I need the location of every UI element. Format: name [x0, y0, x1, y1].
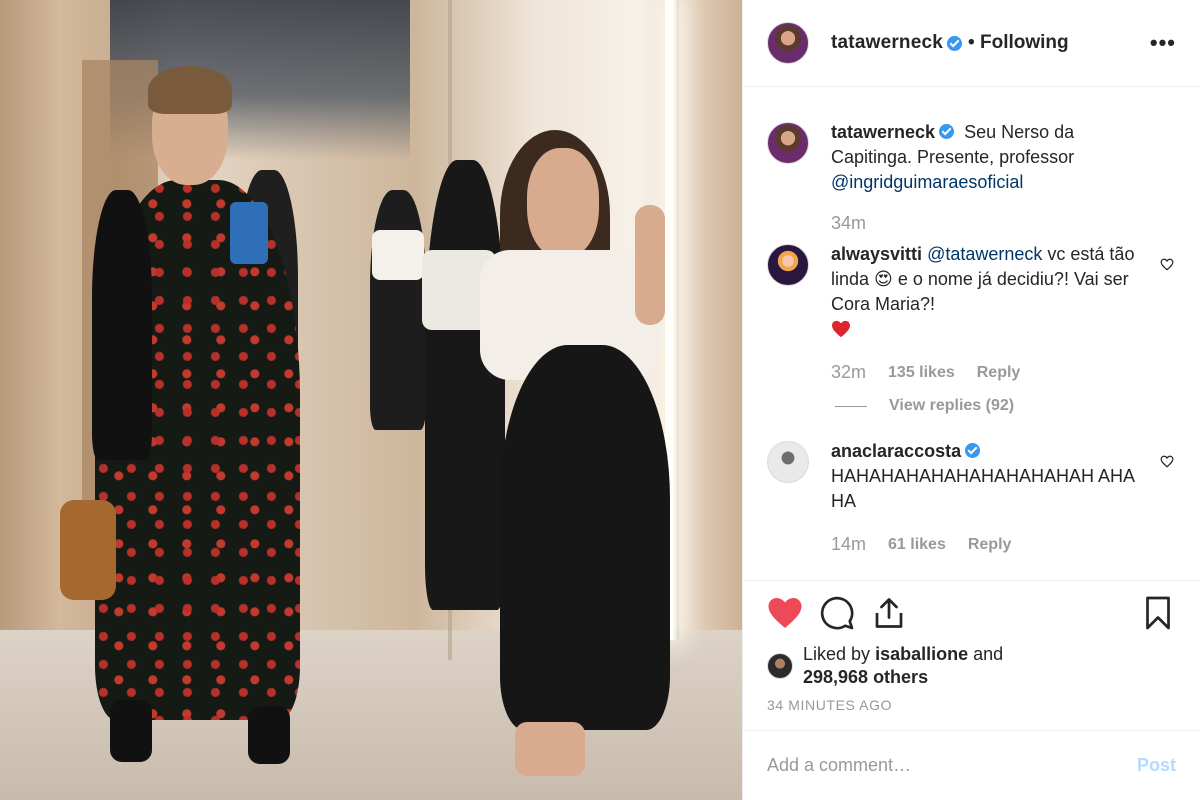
photo-person-right-pants [500, 345, 670, 730]
likes-and: and [973, 644, 1004, 664]
comment-composer: Post [743, 730, 1200, 800]
liker-avatar[interactable] [767, 653, 793, 679]
photo-person-right-head-face [527, 148, 599, 258]
following-status[interactable]: • Following [968, 32, 1069, 54]
comment-input[interactable] [767, 755, 1137, 776]
reply-button[interactable]: Reply [977, 360, 1021, 385]
post-timestamp[interactable]: 34 MINUTES AGO [767, 697, 1176, 713]
comment-item: anaclaraccosta HAHAHAHAHAHAHAHAHAHAH AHA… [767, 441, 1176, 557]
author-username[interactable]: tatawerneck [831, 32, 943, 54]
post-actions: Liked by isaballione and 298,968 others … [743, 580, 1200, 730]
action-icons [767, 593, 1176, 633]
comment-likes[interactable]: 135 likes [888, 360, 955, 385]
comment-author-username[interactable]: anaclaraccosta [831, 441, 961, 461]
heart-emoji-icon [832, 320, 850, 338]
caption-author-avatar[interactable] [767, 122, 809, 164]
post-photo[interactable] [0, 0, 742, 800]
post-comment-button[interactable]: Post [1137, 755, 1176, 776]
comment-mention-link[interactable]: @tatawerneck [927, 244, 1042, 264]
verified-icon [947, 35, 963, 51]
share-icon[interactable] [871, 595, 907, 631]
photo-handbag [60, 500, 116, 600]
post-header: tatawerneck • Following ••• [743, 0, 1200, 87]
caption-author-username[interactable]: tatawerneck [831, 122, 935, 142]
bookmark-icon[interactable] [1140, 595, 1176, 631]
comment-item: alwaysvitti @tatawerneck vc está tão lin… [767, 244, 1176, 385]
caption-time[interactable]: 34m [831, 211, 866, 236]
comments-list[interactable]: tatawerneck Seu Nerso da Capitinga. Pres… [743, 88, 1200, 580]
comment-author-avatar[interactable] [767, 441, 809, 483]
author-avatar[interactable] [767, 22, 809, 64]
more-icon[interactable]: ••• [1150, 30, 1176, 56]
likes-count[interactable]: 298,968 others [803, 667, 928, 687]
comment-icon[interactable] [819, 595, 855, 631]
view-replies-line [835, 405, 867, 407]
comment-author-avatar[interactable] [767, 244, 809, 286]
photo-person-right-feet [515, 722, 585, 776]
reply-button[interactable]: Reply [968, 532, 1012, 557]
view-replies[interactable]: View replies (92) [835, 397, 1176, 415]
heart-filled-icon[interactable] [767, 595, 803, 631]
verified-icon [939, 124, 955, 139]
comment-time[interactable]: 14m [831, 532, 866, 557]
heart-eyes-emoji: 😍 [874, 269, 893, 289]
photo-phone [230, 202, 268, 264]
verified-icon [965, 443, 981, 458]
likes-prefix: Liked by [803, 644, 871, 664]
comment-author-username[interactable]: alwaysvitti [831, 244, 922, 264]
comment-likes[interactable]: 61 likes [888, 532, 946, 557]
photo-reflection [425, 160, 505, 610]
photo-reflection [370, 190, 426, 430]
caption-mention-link[interactable]: @ingridguimaraesoficial [831, 172, 1023, 192]
liker-username[interactable]: isaballione [875, 644, 968, 664]
heart-outline-icon[interactable] [1160, 455, 1174, 468]
heart-outline-icon[interactable] [1160, 258, 1174, 271]
comment-time[interactable]: 32m [831, 360, 866, 385]
photo-person-right-arm [635, 205, 665, 325]
caption: tatawerneck Seu Nerso da Capitinga. Pres… [767, 122, 1176, 236]
comment-text: HAHAHAHAHAHAHAHAHAHAH AHAHA [831, 466, 1136, 511]
photo-person-left-jacket [92, 190, 152, 460]
post-side-panel: tatawerneck • Following ••• tatawerneck … [742, 0, 1200, 800]
photo-reflection [372, 230, 424, 280]
photo-person-left-hair [148, 66, 232, 114]
likes-summary: Liked by isaballione and 298,968 others [767, 643, 1176, 689]
photo-shoe-right [248, 706, 290, 764]
view-replies-label[interactable]: View replies (92) [889, 397, 1014, 415]
photo-shoe-left [110, 700, 152, 762]
